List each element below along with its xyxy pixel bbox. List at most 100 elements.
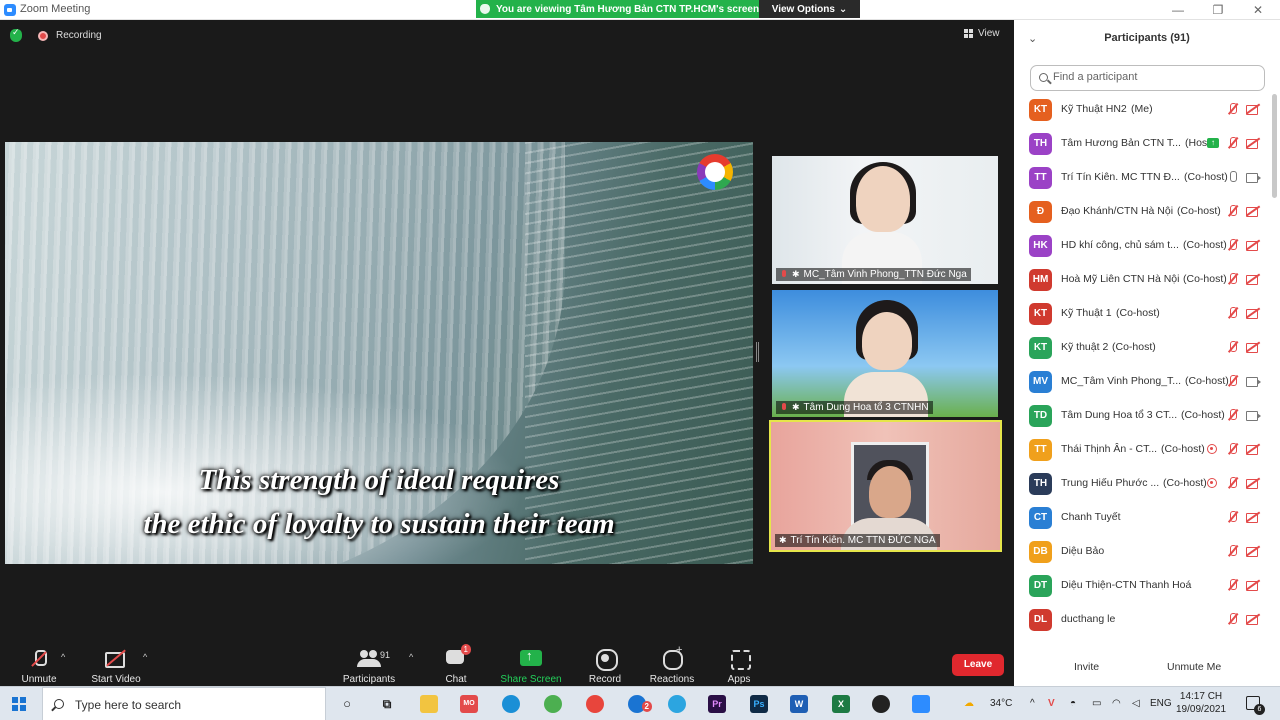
resize-handle[interactable] [756,342,759,362]
participant-name: ducthang le [1061,613,1116,625]
start-video-label: Start Video [91,674,141,685]
app-icon[interactable] [872,695,890,713]
telegram-icon[interactable] [668,695,686,713]
encryption-shield-icon[interactable] [10,27,22,42]
recording-label: Recording [56,30,102,41]
participant-row[interactable]: DT Diệu Thiện-CTN Thanh Hoá [1014,570,1280,604]
unmute-me-button[interactable]: Unmute Me [1159,658,1229,676]
participant-row[interactable]: KT Kỹ Thuật 1 (Co-host) [1014,298,1280,332]
participant-row[interactable]: CT Chanh Tuyết [1014,502,1280,536]
participant-row[interactable]: DL ducthang le [1014,604,1280,638]
leave-button[interactable]: Leave [952,654,1004,676]
video-tile[interactable]: ✱ Tâm Dung Hoa tổ 3 CTNHN [772,290,998,417]
zalo-icon[interactable]: 2 [628,695,652,713]
record-icon [592,648,618,671]
photoshop-icon[interactable]: Ps [750,695,768,713]
premiere-icon[interactable]: Pr [708,695,726,713]
momo-icon[interactable]: MO [460,695,478,713]
pin-icon: ✱ [792,402,800,412]
view-label: View [978,28,1000,39]
participant-name: Trí Tín Kiên. MC TTN Đ... [1061,171,1180,183]
participant-name: Trung Hiếu Phước ... [1061,477,1160,489]
video-options-caret-icon[interactable]: ^ [143,652,147,662]
video-person [869,466,911,518]
participant-row[interactable]: KT Kỹ thuật 2 (Co-host) [1014,332,1280,366]
reactions-label: Reactions [649,674,695,685]
app-tray-icon[interactable]: ◓ [1070,698,1076,709]
chevron-down-icon: ⌄ [838,3,848,15]
language-indicator[interactable]: ENG [1150,698,1172,709]
participant-search-input[interactable]: Find a participant [1030,65,1265,91]
window-titlebar: Zoom Meeting You are viewing Tâm Hương B… [0,0,1280,20]
temperature[interactable]: 34°C [990,698,1012,709]
participant-row[interactable]: TT Trí Tín Kiên. MC TTN Đ... (Co-host) [1014,162,1280,196]
app-icon[interactable] [544,695,562,713]
clock[interactable]: 14:17 CH 19/09/2021 [1176,690,1226,716]
participant-row[interactable]: HM Hoà Mỹ Liên CTN Hà Nội (Co-host) [1014,264,1280,298]
search-icon [1039,73,1048,82]
excel-icon[interactable]: X [832,695,850,713]
microphone-icon [1226,171,1240,183]
invite-button[interactable]: Invite [1066,658,1107,676]
avatar: DT [1029,575,1052,597]
view-button[interactable]: View [964,28,1000,39]
windows-start-icon[interactable] [12,697,26,711]
task-view-icon[interactable]: ⧉ [378,695,396,713]
antivirus-icon[interactable]: V [1048,698,1055,709]
file-explorer-icon[interactable] [420,695,438,713]
view-options-button[interactable]: View Options ⌄ [759,0,860,18]
video-name: Trí Tín Kiên. MC TTN ĐỨC NGA [790,535,936,546]
participants-caret-icon[interactable]: ^ [409,652,413,662]
reactions-button[interactable]: Reactions [648,644,696,685]
avatar: TT [1029,439,1052,461]
edge-icon[interactable] [502,695,520,713]
avatar: TH [1029,133,1052,155]
microphone-muted-icon [1226,613,1240,625]
participant-row[interactable]: HK HD khí công, chủ sám t... (Co-host) [1014,230,1280,264]
tray-expand-icon[interactable]: ^ [1030,698,1035,709]
participant-name: Kỹ Thuật HN2 [1061,103,1127,115]
participant-row[interactable]: TH Trung Hiếu Phước ... (Co-host) [1014,468,1280,502]
video-tile[interactable]: ✱ MC_Tâm Vinh Phong_TTN Đức Nga [772,156,998,284]
reactions-icon [659,644,685,670]
apps-button[interactable]: Apps [724,648,754,685]
word-icon[interactable]: W [790,695,808,713]
video-tile-active-speaker[interactable]: ✱ Trí Tín Kiên. MC TTN ĐỨC NGA [769,420,1002,552]
share-screen-button[interactable]: Share Screen [500,648,562,685]
participant-row[interactable]: TH Tâm Hương Bản CTN T... (Host) ↑ [1014,128,1280,162]
unmute-button[interactable]: Unmute [20,648,58,685]
participant-row[interactable]: KT Kỹ Thuật HN2 (Me) [1014,94,1280,128]
minimize-icon[interactable]: — [1170,2,1186,18]
pin-icon: ✱ [779,535,787,545]
microphone-muted-icon [1226,307,1240,319]
taskbar-search-box[interactable]: Type here to search [42,687,326,720]
participant-row[interactable]: Đ Đạo Khánh/CTN Hà Nội (Co-host) [1014,196,1280,230]
chrome-icon[interactable] [586,695,604,713]
audio-options-caret-icon[interactable]: ^ [61,652,65,662]
participants-icon: 91 [356,648,390,670]
volume-icon[interactable]: ◁ [1132,698,1140,709]
avatar: TH [1029,473,1052,495]
wifi-icon[interactable]: ◠ [1112,698,1121,709]
participant-row[interactable]: TT Thái Thịnh Ân - CT... (Co-host) [1014,434,1280,468]
taskbar-search-placeholder: Type here to search [75,698,182,712]
chat-button[interactable]: 1 Chat [442,644,471,685]
participant-row[interactable]: TD Tâm Dung Hoa tổ 3 CT... (Co-host) [1014,400,1280,434]
video-name-tag: ✱ MC_Tâm Vinh Phong_TTN Đức Nga [776,268,971,281]
record-button[interactable]: Record [588,648,622,685]
close-icon[interactable]: ✕ [1250,2,1266,18]
cortana-icon[interactable]: ○ [338,695,356,713]
microphone-muted-icon [1226,545,1240,557]
zoom-taskbar-icon[interactable] [912,695,930,713]
start-video-button[interactable]: Start Video [88,648,144,685]
participant-list-scrollbar[interactable] [1272,94,1277,198]
participant-row[interactable]: MV MC_Tâm Vinh Phong_T... (Co-host) [1014,366,1280,400]
avatar: TD [1029,405,1052,427]
windows-taskbar: Type here to search ○ ⧉ MO 2 Pr Ps W X ☁… [0,686,1280,720]
participant-row[interactable]: DB Diệu Bảo [1014,536,1280,570]
restore-icon[interactable]: ❐ [1210,2,1226,18]
participants-button[interactable]: 91 Participants [340,648,398,685]
weather-icon[interactable]: ☁ [964,698,974,709]
participant-role: (Me) [1131,103,1153,115]
battery-icon[interactable]: ▭ [1092,698,1101,709]
